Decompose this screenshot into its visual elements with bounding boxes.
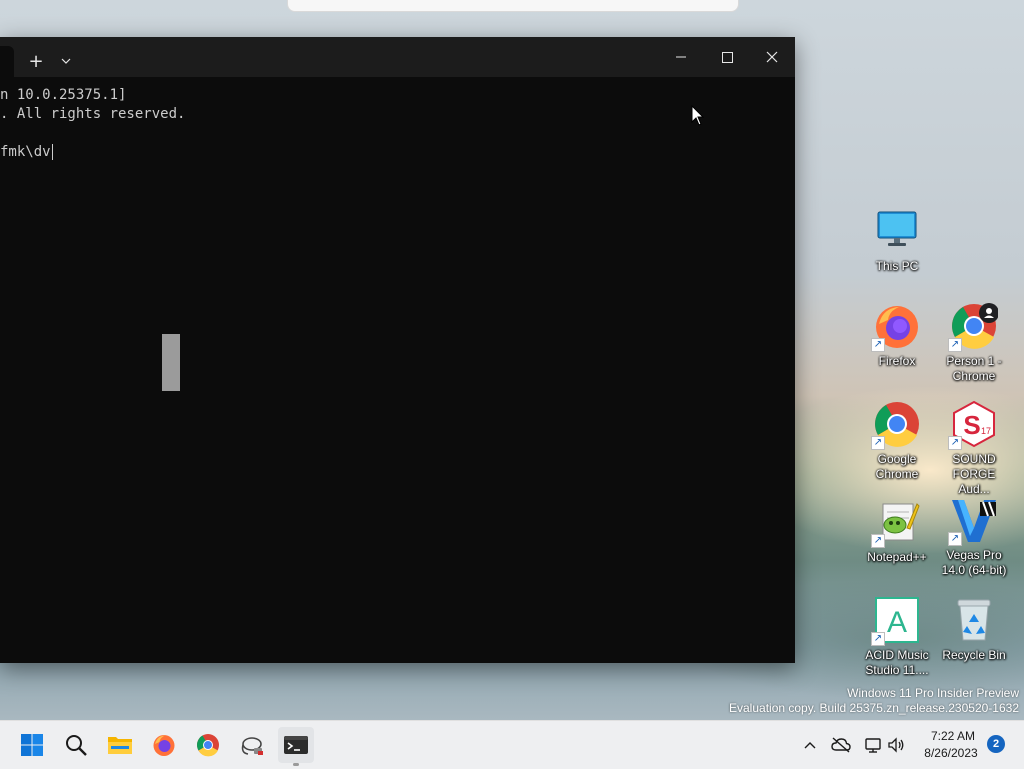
terminal-line-version: n 10.0.25375.1]: [0, 87, 127, 103]
tab-dropdown-button[interactable]: [54, 49, 78, 73]
terminal-window[interactable]: + n 10.0.25375.1] . All rights reserved.…: [0, 37, 795, 663]
firefox-icon: [153, 735, 175, 756]
desktop-icon-firefox[interactable]: ↗ Firefox: [859, 302, 935, 369]
desktop-icon-vegas-pro[interactable]: ↗ Vegas Pro 14.0 (64-bit): [936, 496, 1012, 578]
firefox-icon: ↗: [871, 302, 921, 352]
watermark-edition: Windows 11 Pro Insider Preview: [847, 686, 1019, 700]
network-status-button[interactable]: [862, 733, 884, 757]
chrome-profile-icon: ↗: [948, 302, 999, 352]
taskbar: 7:22 AM 8/26/2023 2: [0, 720, 1024, 769]
terminal-output[interactable]: n 10.0.25375.1] . All rights reserved. f…: [0, 77, 795, 663]
version-number: 17: [981, 426, 991, 436]
file-explorer-button[interactable]: [102, 727, 138, 763]
icon-label: ACID Music Studio 11....: [865, 648, 929, 677]
chevron-up-icon: [804, 742, 816, 749]
taskbar-network-tool-button[interactable]: [234, 727, 270, 763]
chrome-icon: ↗: [871, 400, 921, 450]
terminal-scroll-thumb[interactable]: [162, 334, 180, 391]
close-button[interactable]: [749, 37, 795, 77]
windows-logo-icon: [21, 734, 43, 756]
search-button[interactable]: [58, 727, 94, 763]
close-icon: [766, 51, 778, 63]
shortcut-arrow-icon: ↗: [948, 436, 962, 450]
monitor-icon: [873, 207, 921, 255]
terminal-titlebar[interactable]: +: [0, 37, 795, 77]
notification-badge[interactable]: 2: [987, 735, 1005, 753]
new-tab-button[interactable]: +: [24, 49, 48, 73]
chevron-down-icon: [61, 58, 71, 64]
svg-text:S: S: [963, 410, 980, 440]
desktop-icon-this-pc[interactable]: This PC: [859, 207, 935, 274]
desktop-icon-person-chrome[interactable]: ↗ Person 1 - Chrome: [936, 302, 1012, 384]
vegas-pro-icon: ↗: [948, 496, 998, 546]
windows-watermark: Windows 11 Pro Insider Preview Evaluatio…: [729, 686, 1019, 716]
icon-label: SOUND FORGE Aud...: [952, 452, 996, 496]
terminal-tab[interactable]: [0, 46, 14, 77]
chrome-icon: [197, 734, 219, 757]
cloud-offline-icon: [831, 737, 851, 753]
taskbar-terminal-button[interactable]: [278, 727, 314, 763]
icon-label: This PC: [875, 259, 919, 273]
shortcut-arrow-icon: ↗: [871, 338, 885, 352]
icon-label: Vegas Pro 14.0 (64-bit): [941, 548, 1007, 577]
icon-label: Person 1 - Chrome: [946, 354, 1002, 383]
recycle-bin-icon: [950, 596, 998, 644]
icon-label: Firefox: [878, 354, 916, 368]
icon-label: Notepad++: [867, 550, 927, 564]
active-app-indicator: [293, 763, 299, 766]
volume-button[interactable]: [886, 733, 906, 757]
network-cable-icon: [241, 737, 263, 755]
shortcut-arrow-icon: ↗: [948, 338, 962, 352]
notepadpp-icon: ↗: [871, 498, 921, 548]
search-icon: [66, 735, 87, 756]
terminal-line-copyright: . All rights reserved.: [0, 106, 186, 122]
shortcut-arrow-icon: ↗: [948, 532, 962, 546]
desktop-icon-recycle-bin[interactable]: Recycle Bin: [936, 596, 1012, 663]
icon-label: Google Chrome: [875, 452, 919, 481]
watermark-build: Evaluation copy. Build 25375.zn_release.…: [729, 701, 1019, 715]
taskbar-chrome-button[interactable]: [190, 727, 226, 763]
desktop-icon-sound-forge[interactable]: S 17 ↗ SOUND FORGE Aud...: [936, 400, 1012, 497]
terminal-icon: [284, 736, 308, 754]
folder-icon: [108, 737, 132, 754]
acid-letter: A: [887, 606, 907, 639]
terminal-prompt-text: fmk\dv: [0, 144, 51, 160]
start-button[interactable]: [14, 727, 50, 763]
minimize-button[interactable]: [658, 37, 704, 77]
background-window-edge: [287, 0, 739, 12]
text-cursor: [51, 144, 53, 160]
maximize-icon: [721, 51, 733, 63]
shortcut-arrow-icon: ↗: [871, 534, 885, 548]
shortcut-arrow-icon: ↗: [871, 436, 885, 450]
desktop-icon-notepadpp[interactable]: ↗ Notepad++: [859, 498, 935, 565]
clock-time[interactable]: 7:22 AM: [920, 729, 986, 743]
desktop-icon-google-chrome[interactable]: ↗ Google Chrome: [859, 400, 935, 482]
clock-date[interactable]: 8/26/2023: [916, 746, 986, 760]
desktop-icon-acid-music[interactable]: A ↗ ACID Music Studio 11....: [859, 596, 935, 678]
maximize-button[interactable]: [704, 37, 750, 77]
icon-label: Recycle Bin: [942, 648, 1006, 662]
shortcut-arrow-icon: ↗: [871, 632, 885, 646]
minimize-icon: [676, 56, 686, 58]
taskbar-firefox-button[interactable]: [146, 727, 182, 763]
network-icon: [865, 738, 881, 753]
terminal-prompt-line[interactable]: fmk\dv: [0, 143, 53, 162]
onedrive-offline-button[interactable]: [830, 733, 852, 757]
show-hidden-icons-button[interactable]: [800, 733, 820, 757]
acid-music-icon: A ↗: [871, 596, 921, 646]
mouse-pointer-icon: [691, 105, 705, 126]
sound-forge-icon: S 17 ↗: [948, 400, 998, 450]
speaker-icon: [888, 737, 904, 753]
